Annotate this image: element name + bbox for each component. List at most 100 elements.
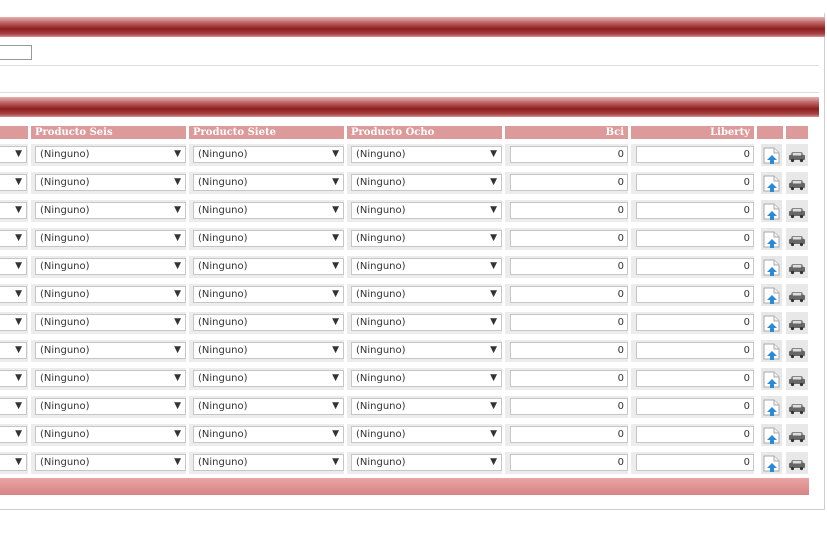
select-value: (Ninguno) bbox=[356, 177, 406, 188]
liberty-input[interactable]: 0 bbox=[636, 286, 754, 303]
producto-cinco-select[interactable]: ▼ bbox=[0, 174, 27, 191]
upload-document-icon[interactable] bbox=[761, 284, 782, 306]
producto-ocho-select[interactable]: (Ninguno) ▼ bbox=[351, 314, 502, 331]
upload-document-icon[interactable] bbox=[761, 144, 782, 166]
producto-siete-select[interactable]: (Ninguno) ▼ bbox=[193, 426, 344, 443]
producto-ocho-select[interactable]: (Ninguno) ▼ bbox=[351, 202, 502, 219]
liberty-input[interactable]: 0 bbox=[636, 342, 754, 359]
car-icon[interactable] bbox=[786, 284, 808, 306]
producto-seis-select[interactable]: (Ninguno) ▼ bbox=[35, 174, 186, 191]
bci-input[interactable]: 0 bbox=[510, 342, 628, 359]
producto-cinco-select[interactable]: ▼ bbox=[0, 286, 27, 303]
upload-document-icon[interactable] bbox=[761, 256, 782, 278]
upload-document-icon[interactable] bbox=[761, 200, 782, 222]
liberty-input[interactable]: 0 bbox=[636, 202, 754, 219]
car-icon[interactable] bbox=[786, 228, 808, 250]
car-icon[interactable] bbox=[786, 340, 808, 362]
bci-input[interactable]: 0 bbox=[510, 286, 628, 303]
car-icon[interactable] bbox=[786, 424, 808, 446]
upload-document-icon[interactable] bbox=[761, 172, 782, 194]
producto-ocho-select[interactable]: (Ninguno) ▼ bbox=[351, 398, 502, 415]
producto-siete-select[interactable]: (Ninguno) ▼ bbox=[193, 314, 344, 331]
upload-document-icon[interactable] bbox=[761, 340, 782, 362]
producto-siete-select[interactable]: (Ninguno) ▼ bbox=[193, 258, 344, 275]
upload-document-icon[interactable] bbox=[761, 312, 782, 334]
car-icon[interactable] bbox=[786, 144, 808, 166]
producto-cinco-select[interactable]: ▼ bbox=[0, 426, 27, 443]
producto-cinco-select[interactable]: ▼ bbox=[0, 146, 27, 163]
producto-seis-select[interactable]: (Ninguno) ▼ bbox=[35, 398, 186, 415]
car-icon[interactable] bbox=[786, 172, 808, 194]
car-icon[interactable] bbox=[786, 368, 808, 390]
top-text-input[interactable] bbox=[0, 45, 32, 60]
upload-document-icon[interactable] bbox=[761, 424, 782, 446]
producto-siete-select[interactable]: (Ninguno) ▼ bbox=[193, 286, 344, 303]
car-icon[interactable] bbox=[786, 396, 808, 418]
producto-siete-select[interactable]: (Ninguno) ▼ bbox=[193, 146, 344, 163]
producto-ocho-select[interactable]: (Ninguno) ▼ bbox=[351, 174, 502, 191]
producto-cinco-select[interactable]: ▼ bbox=[0, 314, 27, 331]
producto-ocho-select[interactable]: (Ninguno) ▼ bbox=[351, 426, 502, 443]
producto-ocho-select[interactable]: (Ninguno) ▼ bbox=[351, 342, 502, 359]
bci-input[interactable]: 0 bbox=[510, 174, 628, 191]
producto-ocho-select[interactable]: (Ninguno) ▼ bbox=[351, 146, 502, 163]
car-icon[interactable] bbox=[786, 256, 808, 278]
producto-cinco-select[interactable]: ▼ bbox=[0, 342, 27, 359]
car-icon[interactable] bbox=[786, 200, 808, 222]
producto-siete-select[interactable]: (Ninguno) ▼ bbox=[193, 174, 344, 191]
upload-document-icon[interactable] bbox=[761, 368, 782, 390]
producto-ocho-select[interactable]: (Ninguno) ▼ bbox=[351, 230, 502, 247]
bci-input[interactable]: 0 bbox=[510, 370, 628, 387]
bci-input[interactable]: 0 bbox=[510, 258, 628, 275]
producto-siete-select[interactable]: (Ninguno) ▼ bbox=[193, 202, 344, 219]
producto-ocho-select[interactable]: (Ninguno) ▼ bbox=[351, 370, 502, 387]
producto-siete-select[interactable]: (Ninguno) ▼ bbox=[193, 230, 344, 247]
dropdown-arrow-icon: ▼ bbox=[490, 429, 497, 439]
bci-input[interactable]: 0 bbox=[510, 230, 628, 247]
producto-cinco-select[interactable]: ▼ bbox=[0, 258, 27, 275]
producto-seis-select[interactable]: (Ninguno) ▼ bbox=[35, 342, 186, 359]
liberty-input[interactable]: 0 bbox=[636, 370, 754, 387]
bci-input[interactable]: 0 bbox=[510, 398, 628, 415]
producto-ocho-select[interactable]: (Ninguno) ▼ bbox=[351, 258, 502, 275]
producto-seis-select[interactable]: (Ninguno) ▼ bbox=[35, 370, 186, 387]
producto-cinco-select[interactable]: ▼ bbox=[0, 370, 27, 387]
bci-input[interactable]: 0 bbox=[510, 314, 628, 331]
producto-ocho-select[interactable]: (Ninguno) ▼ bbox=[351, 286, 502, 303]
producto-seis-select[interactable]: (Ninguno) ▼ bbox=[35, 426, 186, 443]
car-icon[interactable] bbox=[786, 452, 808, 474]
car-icon[interactable] bbox=[786, 312, 808, 334]
liberty-input[interactable]: 0 bbox=[636, 230, 754, 247]
upload-document-icon[interactable] bbox=[761, 396, 782, 418]
upload-document-icon[interactable] bbox=[761, 452, 782, 474]
bci-input[interactable]: 0 bbox=[510, 454, 628, 471]
liberty-input[interactable]: 0 bbox=[636, 454, 754, 471]
bci-input[interactable]: 0 bbox=[510, 426, 628, 443]
producto-seis-select[interactable]: (Ninguno) ▼ bbox=[35, 230, 186, 247]
producto-siete-select[interactable]: (Ninguno) ▼ bbox=[193, 370, 344, 387]
liberty-input[interactable]: 0 bbox=[636, 174, 754, 191]
bci-input[interactable]: 0 bbox=[510, 202, 628, 219]
producto-cinco-select[interactable]: ▼ bbox=[0, 398, 27, 415]
producto-seis-select[interactable]: (Ninguno) ▼ bbox=[35, 202, 186, 219]
producto-siete-select[interactable]: (Ninguno) ▼ bbox=[193, 342, 344, 359]
producto-siete-select[interactable]: (Ninguno) ▼ bbox=[193, 454, 344, 471]
liberty-input[interactable]: 0 bbox=[636, 426, 754, 443]
producto-seis-select[interactable]: (Ninguno) ▼ bbox=[35, 454, 186, 471]
column-header-producto-seis: Producto Seis bbox=[31, 126, 186, 139]
producto-seis-select[interactable]: (Ninguno) ▼ bbox=[35, 146, 186, 163]
upload-document-icon[interactable] bbox=[761, 228, 782, 250]
liberty-input[interactable]: 0 bbox=[636, 314, 754, 331]
producto-seis-select[interactable]: (Ninguno) ▼ bbox=[35, 286, 186, 303]
producto-cinco-select[interactable]: ▼ bbox=[0, 230, 27, 247]
producto-seis-select[interactable]: (Ninguno) ▼ bbox=[35, 258, 186, 275]
producto-siete-select[interactable]: (Ninguno) ▼ bbox=[193, 398, 344, 415]
producto-seis-select[interactable]: (Ninguno) ▼ bbox=[35, 314, 186, 331]
producto-ocho-select[interactable]: (Ninguno) ▼ bbox=[351, 454, 502, 471]
producto-cinco-select[interactable]: ▼ bbox=[0, 202, 27, 219]
bci-input[interactable]: 0 bbox=[510, 146, 628, 163]
liberty-input[interactable]: 0 bbox=[636, 146, 754, 163]
liberty-input[interactable]: 0 bbox=[636, 398, 754, 415]
liberty-input[interactable]: 0 bbox=[636, 258, 754, 275]
producto-cinco-select[interactable]: ▼ bbox=[0, 454, 27, 471]
